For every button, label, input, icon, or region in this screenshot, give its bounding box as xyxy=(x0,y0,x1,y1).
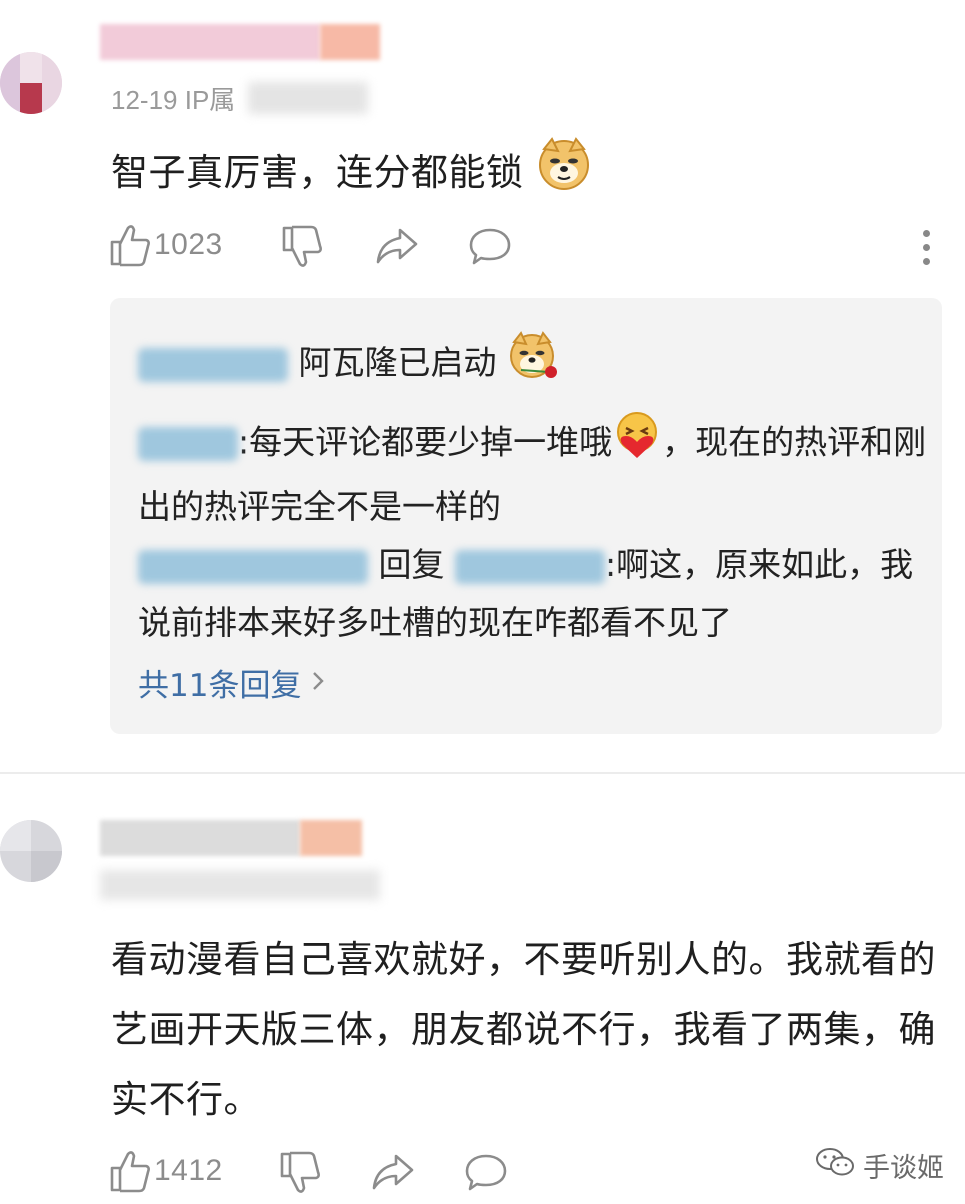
thumbs-down-icon xyxy=(280,224,324,270)
doge-rose-emoji-icon xyxy=(507,330,559,399)
username-blurred[interactable] xyxy=(100,820,362,856)
view-all-replies-link[interactable]: 共11条回复 xyxy=(138,660,325,705)
reply-target-blurred[interactable] xyxy=(455,549,605,584)
like-button[interactable]: 1412 xyxy=(108,1148,223,1194)
speech-bubble-icon xyxy=(464,1152,508,1194)
reply-username-blurred[interactable] xyxy=(138,347,288,382)
hug-emoji-icon xyxy=(612,410,662,478)
thumbs-down-icon xyxy=(278,1150,322,1196)
avatar[interactable] xyxy=(0,52,62,114)
dislike-button[interactable] xyxy=(278,1150,322,1196)
avatar[interactable] xyxy=(0,820,62,882)
username-blurred[interactable] xyxy=(100,24,380,60)
comment-text: 看动漫看自己喜欢就好，不要听别人的。我就看的艺画开天版三体，朋友都说不行，我看了… xyxy=(111,938,936,1121)
speech-bubble-icon xyxy=(468,226,512,268)
share-button[interactable] xyxy=(370,1152,416,1192)
reply-1: 阿瓦隆已启动 xyxy=(138,330,928,399)
share-button[interactable] xyxy=(374,226,420,266)
reply-3: 回复 :啊这，原来如此，我说前排本来好多吐槽的现在咋都看不见了 xyxy=(138,545,914,642)
reply-username-blurred[interactable] xyxy=(138,549,368,584)
like-button[interactable]: 1023 xyxy=(108,222,223,268)
reply-username-blurred[interactable] xyxy=(138,427,238,461)
meta-blurred xyxy=(100,870,380,900)
dislike-button[interactable] xyxy=(280,224,324,270)
thumbs-up-icon xyxy=(108,1148,152,1194)
thumbs-up-icon xyxy=(108,222,152,268)
share-icon xyxy=(370,1152,416,1192)
comment-text: 智子真厉害，连分都能锁 xyxy=(111,135,941,214)
reply-2: :每天评论都要少掉一堆哦 ，现在的热评和刚出的热评完全不是一样的 xyxy=(138,410,928,536)
share-icon xyxy=(374,226,420,266)
like-count: 1412 xyxy=(154,1154,223,1187)
comment-button[interactable] xyxy=(468,226,512,268)
doge-emoji-icon xyxy=(536,135,592,214)
ip-location-blurred xyxy=(248,82,368,114)
comment-actions: 1023 xyxy=(108,222,948,272)
comment-divider xyxy=(0,772,965,774)
wechat-icon xyxy=(815,1146,855,1185)
comment-meta: 12-19 IP属 xyxy=(111,85,236,115)
reply-preview-box[interactable]: 阿瓦隆已启动 :每天评论都要少掉一堆哦 ，现在的热评和刚出的热评完全不是一样的 … xyxy=(110,298,942,734)
watermark: 手谈姬 xyxy=(815,1146,944,1185)
watermark-label: 手谈姬 xyxy=(863,1153,944,1184)
like-count: 1023 xyxy=(154,228,223,261)
chevron-right-icon xyxy=(311,665,325,701)
more-options-icon[interactable] xyxy=(923,230,931,272)
comment-button[interactable] xyxy=(464,1152,508,1194)
